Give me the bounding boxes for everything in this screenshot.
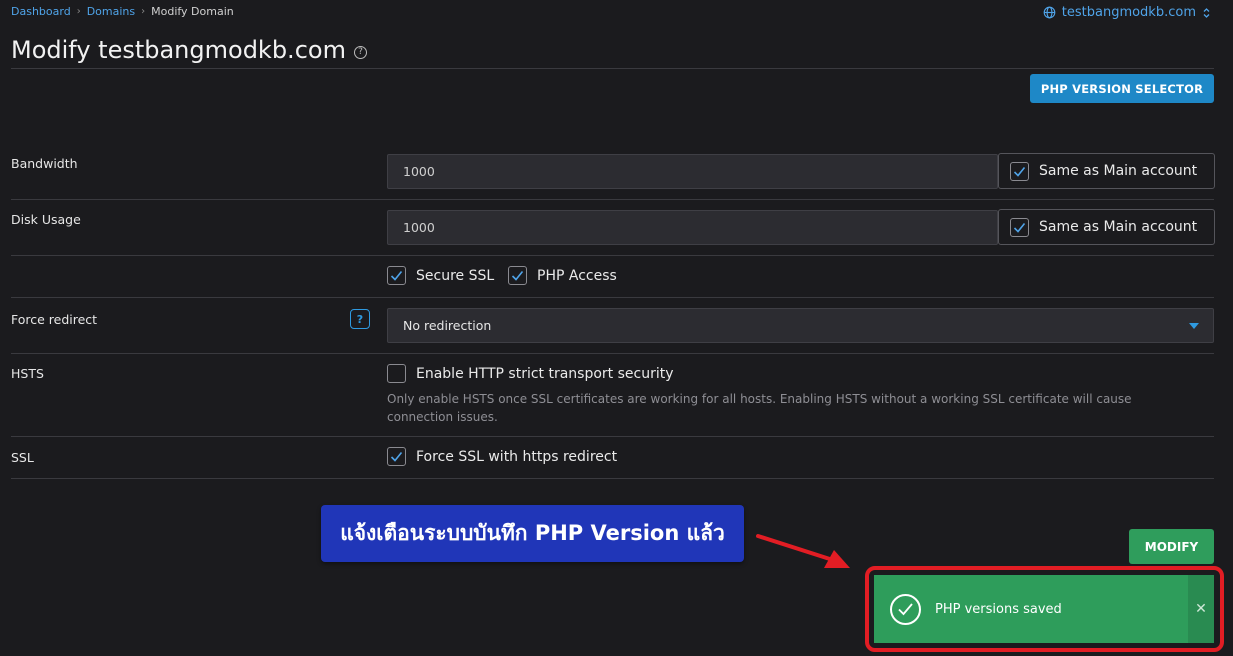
hsts-checkbox-label: Enable HTTP strict transport security <box>416 365 674 382</box>
disk-usage-same-as-main[interactable]: Same as Main account <box>998 209 1215 245</box>
bandwidth-same-label: Same as Main account <box>1039 163 1198 179</box>
hsts-row: HSTS Enable HTTP strict transport securi… <box>11 354 1214 437</box>
php-access-option[interactable]: PHP Access <box>508 266 617 285</box>
chevron-right-icon: › <box>141 6 146 17</box>
ssl-label: SSL <box>11 450 34 465</box>
caret-down-icon <box>1189 323 1199 329</box>
php-access-checkbox[interactable] <box>508 266 527 285</box>
help-icon[interactable]: ? <box>353 45 367 59</box>
annotation-callout: แจ้งเตือนระบบบันทึก PHP Version แล้ว <box>321 505 744 562</box>
page-title-text: Modify testbangmodkb.com <box>11 36 346 64</box>
check-circle-icon <box>890 593 921 625</box>
disk-usage-row: Disk Usage Same as Main account <box>11 200 1215 256</box>
hsts-hint: Only enable HSTS once SSL certificates a… <box>387 392 1132 424</box>
hsts-option[interactable]: Enable HTTP strict transport security <box>387 364 674 383</box>
checkmark-icon <box>1013 166 1026 177</box>
force-ssl-checkbox[interactable] <box>387 447 406 466</box>
secure-ssl-option[interactable]: Secure SSL <box>387 266 494 285</box>
toast-message: PHP versions saved <box>935 601 1062 617</box>
modify-button[interactable]: MODIFY <box>1129 529 1214 564</box>
success-toast: PHP versions saved ✕ <box>874 575 1214 643</box>
force-ssl-label: Force SSL with https redirect <box>416 448 618 465</box>
bandwidth-input[interactable] <box>387 154 998 189</box>
disk-usage-same-label: Same as Main account <box>1039 219 1198 235</box>
bandwidth-label: Bandwidth <box>11 156 78 171</box>
force-redirect-label: Force redirect <box>11 312 98 327</box>
toast-close-icon[interactable]: ✕ <box>1188 575 1214 643</box>
php-access-label: PHP Access <box>537 267 617 284</box>
disk-usage-input[interactable] <box>387 210 998 245</box>
force-redirect-selected: No redirection <box>403 318 492 333</box>
chevron-updown-icon <box>1202 7 1211 19</box>
options-row: Secure SSL PHP Access <box>11 256 1214 298</box>
force-redirect-help-button[interactable]: ? <box>350 309 370 329</box>
hsts-label: HSTS <box>11 366 44 381</box>
domain-switcher[interactable]: testbangmodkb.com <box>1043 5 1211 20</box>
checkmark-icon <box>390 270 403 281</box>
globe-icon <box>1043 6 1056 19</box>
checkmark-icon <box>511 270 524 281</box>
disk-usage-same-checkbox[interactable] <box>1010 217 1029 237</box>
annotation-arrow-icon <box>756 534 850 568</box>
title-divider <box>11 68 1214 69</box>
force-redirect-select[interactable]: No redirection <box>387 308 1214 343</box>
bandwidth-same-as-main[interactable]: Same as Main account <box>998 153 1215 189</box>
force-ssl-option[interactable]: Force SSL with https redirect <box>387 447 617 466</box>
ssl-row: SSL Force SSL with https redirect <box>11 437 1214 479</box>
php-version-selector-button[interactable]: PHP VERSION SELECTOR <box>1030 74 1214 103</box>
secure-ssl-label: Secure SSL <box>416 267 495 284</box>
chevron-right-icon: › <box>76 6 81 17</box>
breadcrumb-domains[interactable]: Domains <box>87 5 135 18</box>
secure-ssl-checkbox[interactable] <box>387 266 406 285</box>
bandwidth-same-checkbox[interactable] <box>1010 161 1029 181</box>
page-title: Modify testbangmodkb.com ? <box>11 36 367 64</box>
breadcrumb: Dashboard › Domains › Modify Domain <box>11 5 234 18</box>
hsts-checkbox[interactable] <box>387 364 406 383</box>
checkmark-icon <box>390 451 403 462</box>
breadcrumb-current: Modify Domain <box>151 5 234 18</box>
bandwidth-row: Bandwidth Same as Main account <box>11 143 1215 200</box>
checkmark-icon <box>1013 222 1026 233</box>
breadcrumb-dashboard[interactable]: Dashboard <box>11 5 71 18</box>
domain-switcher-label: testbangmodkb.com <box>1061 5 1196 20</box>
disk-usage-label: Disk Usage <box>11 212 81 227</box>
force-redirect-row: Force redirect ? No redirection <box>11 298 1214 354</box>
